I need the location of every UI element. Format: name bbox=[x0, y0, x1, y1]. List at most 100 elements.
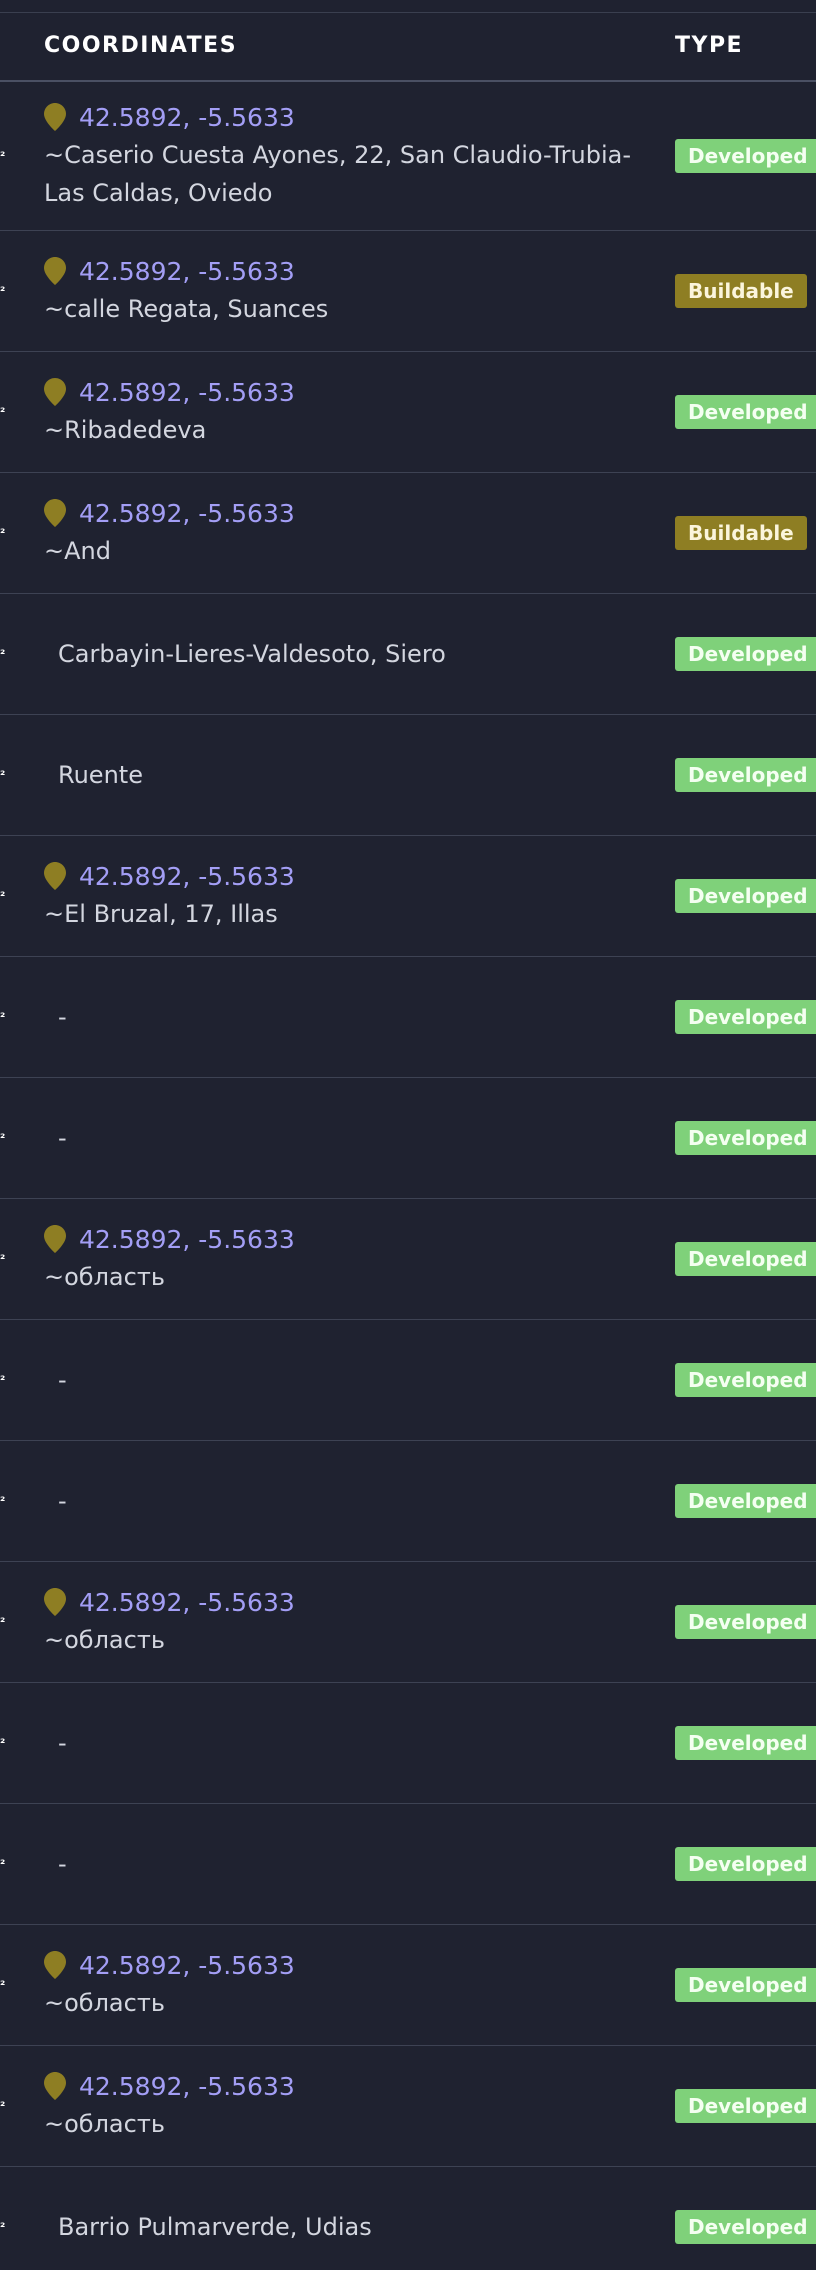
coordinate-value[interactable]: 42.5892, -5.5633 bbox=[79, 1588, 295, 1617]
coordinates-cell: 42.5892, -5.5633 ~область bbox=[44, 2069, 644, 2143]
area-unit-label: ² bbox=[0, 1131, 6, 1145]
map-pin-icon bbox=[44, 378, 66, 406]
type-badge: Developed bbox=[675, 758, 816, 792]
coordinate-value[interactable]: 42.5892, -5.5633 bbox=[79, 257, 295, 286]
type-badge: Developed bbox=[675, 2210, 816, 2244]
area-unit-label: ² bbox=[0, 284, 6, 298]
coordinates-cell: - bbox=[44, 999, 644, 1035]
table-row[interactable]: ² - Developed bbox=[0, 1804, 816, 1925]
type-badge: Developed bbox=[675, 637, 816, 671]
area-unit-label: ² bbox=[0, 1736, 6, 1750]
coordinate-link[interactable]: 42.5892, -5.5633 bbox=[44, 375, 644, 409]
coordinate-link[interactable]: 42.5892, -5.5633 bbox=[44, 1948, 644, 1982]
area-unit-label: ² bbox=[0, 149, 6, 163]
approximate-address: ~And bbox=[44, 537, 111, 565]
table-row[interactable]: ² Ruente Developed bbox=[0, 715, 816, 836]
table-row[interactable]: ² Carbayin-Lieres-Valdesoto, Siero Develop… bbox=[0, 594, 816, 715]
table-row[interactable]: ² Barrio Pulmarverde, Udias Developed bbox=[0, 2167, 816, 2270]
approximate-address: ~calle Regata, Suances bbox=[44, 295, 329, 323]
map-pin-icon bbox=[44, 103, 66, 131]
area-unit-label: ² bbox=[0, 1010, 6, 1024]
type-badge: Developed bbox=[675, 1121, 816, 1155]
table-row[interactable]: ² 42.5892, -5.5633 ~El Bruzal, 17, Illas De… bbox=[0, 836, 816, 957]
location-text: - bbox=[58, 1124, 67, 1152]
table-row[interactable]: ² - Developed bbox=[0, 1078, 816, 1199]
type-badge: Developed bbox=[675, 1605, 816, 1639]
type-badge: Developed bbox=[675, 1968, 816, 2002]
coordinates-cell: 42.5892, -5.5633 ~calle Regata, Suances bbox=[44, 254, 644, 328]
coordinate-link[interactable]: 42.5892, -5.5633 bbox=[44, 100, 644, 134]
coordinate-link[interactable]: 42.5892, -5.5633 bbox=[44, 859, 644, 893]
table-row[interactable]: ² - Developed bbox=[0, 1441, 816, 1562]
coordinates-cell: 42.5892, -5.5633 ~El Bruzal, 17, Illas bbox=[44, 859, 644, 933]
map-pin-icon bbox=[44, 257, 66, 285]
type-badge: Developed bbox=[675, 1847, 816, 1881]
table-row[interactable]: ² 42.5892, -5.5633 ~And Buildable bbox=[0, 473, 816, 594]
table-row[interactable]: ² 42.5892, -5.5633 ~область Developed bbox=[0, 1199, 816, 1320]
map-pin-icon bbox=[44, 862, 66, 890]
table-row[interactable]: ² 42.5892, -5.5633 ~Ribadedeva Developed bbox=[0, 352, 816, 473]
table-row[interactable]: ² 42.5892, -5.5633 ~calle Regata, Suances B… bbox=[0, 231, 816, 352]
table-header: COORDINATES TYPE bbox=[0, 13, 816, 82]
table-row[interactable]: ² 42.5892, -5.5633 ~Caserio Cuesta Ayones,… bbox=[0, 82, 816, 231]
area-unit-label: ² bbox=[0, 647, 6, 661]
coordinate-value[interactable]: 42.5892, -5.5633 bbox=[79, 1225, 295, 1254]
coordinate-link[interactable]: 42.5892, -5.5633 bbox=[44, 1222, 644, 1256]
type-badge: Developed bbox=[675, 139, 816, 173]
area-unit-label: ² bbox=[0, 526, 6, 540]
table-row[interactable]: ² 42.5892, -5.5633 ~область Developed bbox=[0, 1925, 816, 2046]
area-unit-label: ² bbox=[0, 1252, 6, 1266]
coordinate-link[interactable]: 42.5892, -5.5633 bbox=[44, 496, 644, 530]
location-text: - bbox=[58, 1850, 67, 1878]
location-text: - bbox=[58, 1729, 67, 1757]
coordinates-cell: Carbayin-Lieres-Valdesoto, Siero bbox=[44, 636, 644, 672]
type-badge: Developed bbox=[675, 395, 816, 429]
map-pin-icon bbox=[44, 499, 66, 527]
coordinates-cell: 42.5892, -5.5633 ~Ribadedeva bbox=[44, 375, 644, 449]
coordinates-cell: 42.5892, -5.5633 ~область bbox=[44, 1585, 644, 1659]
table-row[interactable]: ² 42.5892, -5.5633 ~область Developed bbox=[0, 2046, 816, 2167]
approximate-address: ~Caserio Cuesta Ayones, 22, San Claudio-… bbox=[44, 141, 631, 207]
location-text: - bbox=[58, 1366, 67, 1394]
location-text: Carbayin-Lieres-Valdesoto, Siero bbox=[58, 640, 446, 668]
approximate-address: ~Ribadedeva bbox=[44, 416, 207, 444]
type-badge: Buildable bbox=[675, 274, 807, 308]
area-unit-label: ² bbox=[0, 1978, 6, 1992]
coordinates-cell: - bbox=[44, 1725, 644, 1761]
coordinates-cell: 42.5892, -5.5633 ~And bbox=[44, 496, 644, 570]
approximate-address: ~область bbox=[44, 1626, 165, 1654]
coordinate-link[interactable]: 42.5892, -5.5633 bbox=[44, 254, 644, 288]
approximate-address: ~область bbox=[44, 1989, 165, 2017]
table-row[interactable]: ² - Developed bbox=[0, 1683, 816, 1804]
map-pin-icon bbox=[44, 1225, 66, 1253]
type-badge: Buildable bbox=[675, 516, 807, 550]
area-unit-label: ² bbox=[0, 1373, 6, 1387]
coordinate-value[interactable]: 42.5892, -5.5633 bbox=[79, 499, 295, 528]
coordinates-cell: 42.5892, -5.5633 ~область bbox=[44, 1948, 644, 2022]
map-pin-icon bbox=[44, 1588, 66, 1616]
coordinate-link[interactable]: 42.5892, -5.5633 bbox=[44, 1585, 644, 1619]
type-column-header[interactable]: TYPE bbox=[675, 33, 743, 58]
coordinate-value[interactable]: 42.5892, -5.5633 bbox=[79, 378, 295, 407]
coordinate-value[interactable]: 42.5892, -5.5633 bbox=[79, 1951, 295, 1980]
area-unit-label: ² bbox=[0, 1494, 6, 1508]
coordinates-cell: - bbox=[44, 1846, 644, 1882]
coordinates-cell: Ruente bbox=[44, 757, 644, 793]
coordinates-cell: 42.5892, -5.5633 ~область bbox=[44, 1222, 644, 1296]
coordinate-value[interactable]: 42.5892, -5.5633 bbox=[79, 103, 295, 132]
coordinates-cell: - bbox=[44, 1362, 644, 1398]
coordinate-link[interactable]: 42.5892, -5.5633 bbox=[44, 2069, 644, 2103]
table-row[interactable]: ² - Developed bbox=[0, 957, 816, 1078]
area-unit-label: ² bbox=[0, 768, 6, 782]
location-text: Barrio Pulmarverde, Udias bbox=[58, 2213, 372, 2241]
map-pin-icon bbox=[44, 2072, 66, 2100]
table-row[interactable]: ² - Developed bbox=[0, 1320, 816, 1441]
coordinate-value[interactable]: 42.5892, -5.5633 bbox=[79, 2072, 295, 2101]
table-row[interactable]: ² 42.5892, -5.5633 ~область Developed bbox=[0, 1562, 816, 1683]
table-body: ² 42.5892, -5.5633 ~Caserio Cuesta Ayones,… bbox=[0, 82, 816, 2270]
approximate-address: ~область bbox=[44, 1263, 165, 1291]
location-text: - bbox=[58, 1003, 67, 1031]
area-unit-label: ² bbox=[0, 2099, 6, 2113]
coordinates-column-header[interactable]: COORDINATES bbox=[44, 33, 237, 58]
coordinate-value[interactable]: 42.5892, -5.5633 bbox=[79, 862, 295, 891]
